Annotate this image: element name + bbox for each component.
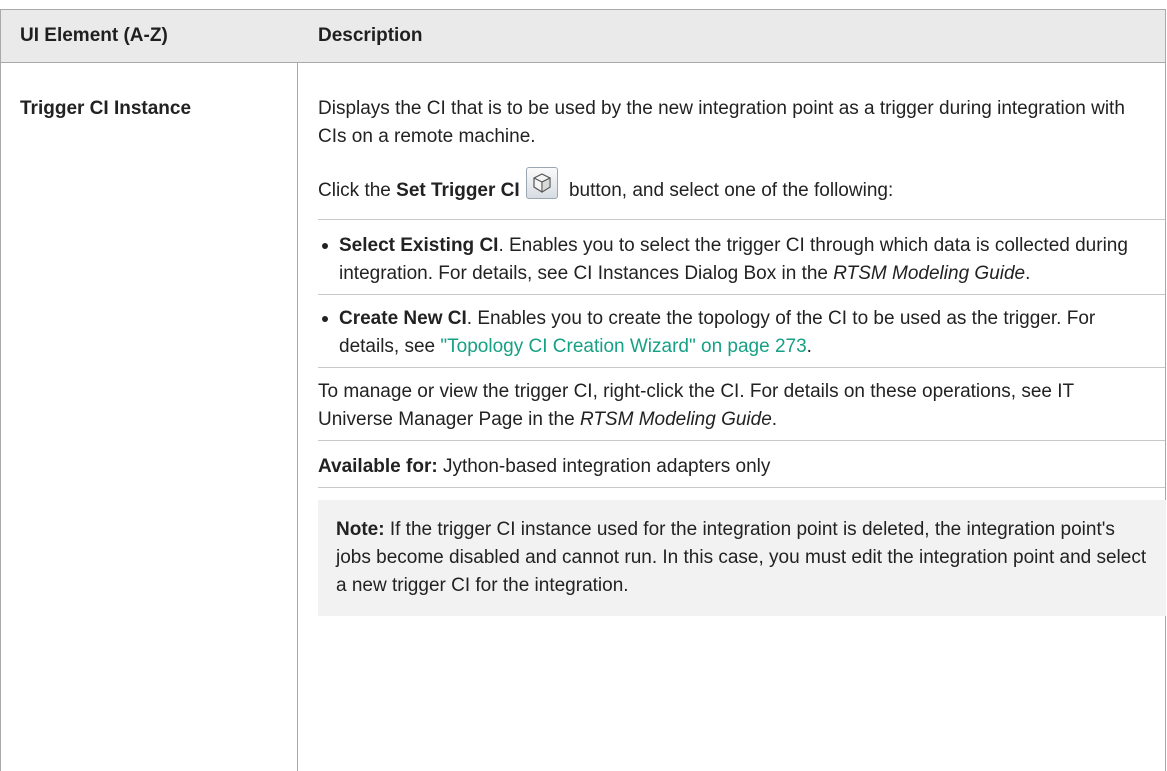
option-list: Select Existing CI. Enables you to selec… — [318, 232, 1165, 368]
note-label: Note: — [336, 519, 385, 540]
ui-element-table: UI Element (A-Z) Description Trigger CI … — [0, 9, 1167, 771]
bullet — [322, 243, 328, 249]
available-for: Available for: Jython-based integration … — [318, 453, 1148, 481]
table-left-border — [0, 9, 1, 771]
column-header-ui-element: UI Element (A-Z) — [20, 25, 168, 46]
manage-paragraph: To manage or view the trigger CI, right-… — [318, 378, 1148, 434]
set-trigger-ci-label: Set Trigger CI — [396, 180, 520, 201]
set-trigger-ci-button[interactable] — [525, 167, 558, 199]
description-intro: Displays the CI that is to be used by th… — [318, 98, 1125, 147]
manage-text-end: . — [771, 409, 778, 430]
option-create-new-ci: Create New CI. Enables you to create the… — [318, 305, 1165, 368]
set-trigger-instruction: Click the Set Trigger CI button, and sel… — [318, 167, 1148, 213]
click-suffix-text: button, and select one of the following: — [563, 180, 894, 201]
option-select-existing-ci: Select Existing CI. Enables you to selec… — [318, 232, 1165, 295]
divider — [318, 440, 1165, 441]
option-title: Select Existing CI — [339, 235, 499, 256]
guide-reference: RTSM Modeling Guide — [833, 263, 1026, 284]
table-header-row — [0, 9, 1166, 63]
divider — [318, 487, 1165, 488]
table-right-border — [1165, 9, 1166, 771]
cube-icon — [533, 173, 551, 193]
divider — [318, 294, 1165, 295]
note-box: Note: If the trigger CI instance used fo… — [318, 500, 1166, 616]
click-prefix-text: Click the — [318, 180, 397, 201]
available-for-label: Available for: — [318, 456, 438, 477]
option-title: Create New CI — [339, 308, 467, 329]
note-text: If the trigger CI instance used for the … — [336, 519, 1147, 596]
topology-ci-wizard-link[interactable]: "Topology CI Creation Wizard" on page 27… — [440, 336, 806, 357]
option-text-end: . — [1025, 263, 1031, 284]
option-text-end: . — [806, 336, 812, 357]
bullet — [322, 316, 328, 322]
divider — [318, 367, 1165, 368]
row-description: Displays the CI that is to be used by th… — [318, 95, 1166, 616]
row-label-trigger-ci-instance: Trigger CI Instance — [20, 98, 192, 119]
column-header-description: Description — [318, 25, 423, 46]
divider — [318, 219, 1165, 220]
column-divider — [297, 9, 298, 771]
available-for-text: Jython-based integration adapters only — [437, 456, 771, 477]
guide-reference: RTSM Modeling Guide — [579, 409, 772, 430]
